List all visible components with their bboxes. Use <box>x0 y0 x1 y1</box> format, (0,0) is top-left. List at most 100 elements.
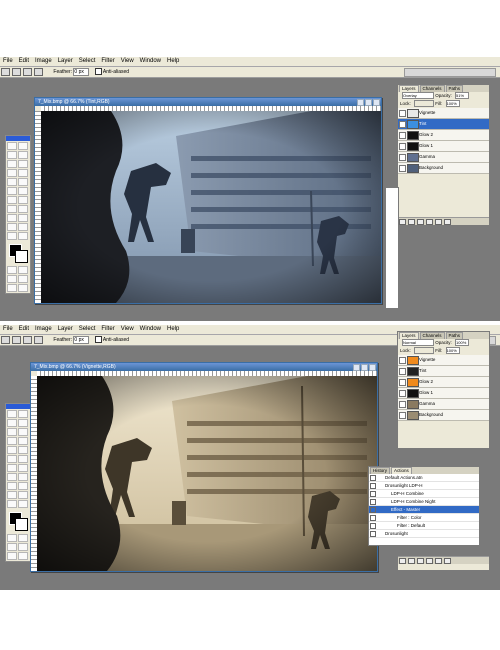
notes-tool-icon[interactable] <box>7 491 17 499</box>
menu-layer[interactable]: Layer <box>55 325 76 334</box>
layer-row[interactable]: Glow 2 <box>398 130 489 141</box>
hand-tool-icon[interactable] <box>7 232 17 240</box>
new-set-icon[interactable] <box>417 219 424 225</box>
magic-wand-icon[interactable] <box>18 419 28 427</box>
antialias-checkbox[interactable] <box>94 336 102 344</box>
visibility-eye-icon[interactable] <box>399 379 406 386</box>
layer-row[interactable]: Vignette <box>398 355 489 366</box>
full-screen-icon[interactable] <box>18 275 28 283</box>
opacity-input[interactable]: 51% <box>455 92 470 100</box>
menu-filter[interactable]: Filter <box>98 325 117 334</box>
action-item[interactable]: Filter : Color <box>369 514 479 522</box>
menu-select[interactable]: Select <box>76 325 99 334</box>
layer-style-icon[interactable] <box>399 219 406 225</box>
quick-mask-icon[interactable] <box>18 266 28 274</box>
standard-mode-icon[interactable] <box>7 534 17 542</box>
path-select-icon[interactable] <box>7 205 17 213</box>
move-tool-icon[interactable] <box>7 142 17 150</box>
menu-file[interactable]: File <box>0 57 16 66</box>
maximize-icon[interactable] <box>365 99 372 106</box>
add-selection-icon[interactable] <box>23 68 32 77</box>
menu-edit[interactable]: Edit <box>16 325 32 334</box>
layer-mask-icon[interactable] <box>408 219 415 225</box>
document-window[interactable]: 7_Mix.bmp @ 66.7% (Vignette,RGB) <box>30 362 378 572</box>
menu-select[interactable]: Select <box>76 57 99 66</box>
layer-row[interactable]: Gamma <box>398 399 489 410</box>
menu-view[interactable]: View <box>118 57 137 66</box>
menu-help[interactable]: Help <box>164 57 182 66</box>
jump-to-icon[interactable] <box>18 552 28 560</box>
screen-mode-icon[interactable] <box>7 543 17 551</box>
adjustment-layer-icon[interactable] <box>426 219 433 225</box>
visibility-eye-icon[interactable] <box>399 368 406 375</box>
brush-tool-icon[interactable] <box>18 169 28 177</box>
subtract-selection-icon[interactable] <box>34 336 43 345</box>
action-item[interactable]: Effect - Master <box>369 506 479 514</box>
action-toggle-checkbox[interactable] <box>370 483 376 489</box>
document-window[interactable]: 7_Mix.bmp @ 66.7% (Tint,RGB) <box>34 97 382 304</box>
marquee-tool-icon[interactable] <box>18 142 28 150</box>
feather-input[interactable]: 0 px <box>73 335 90 344</box>
layer-row[interactable]: Tint <box>398 119 489 130</box>
action-item[interactable]: Drosunlight LDP-H <box>369 482 479 490</box>
gradient-tool-icon[interactable] <box>18 187 28 195</box>
document-titlebar[interactable]: 7_Mix.bmp @ 66.7% (Tint,RGB) <box>35 98 381 106</box>
new-layer-icon[interactable] <box>435 219 442 225</box>
maximize-icon[interactable] <box>361 364 368 371</box>
tab-paths[interactable]: Paths <box>445 85 464 92</box>
path-select-icon[interactable] <box>7 473 17 481</box>
marquee-tool-icon[interactable] <box>1 336 10 345</box>
menu-window[interactable]: Window <box>137 57 164 66</box>
healing-brush-icon[interactable] <box>7 437 17 445</box>
visibility-eye-icon[interactable] <box>399 165 406 172</box>
slice-tool-icon[interactable] <box>18 428 28 436</box>
action-toggle-checkbox[interactable] <box>370 499 376 505</box>
action-toggle-checkbox[interactable] <box>370 531 376 537</box>
tab-history[interactable]: History <box>370 467 391 474</box>
blur-tool-icon[interactable] <box>7 464 17 472</box>
visibility-eye-icon[interactable] <box>399 132 406 139</box>
visibility-eye-icon[interactable] <box>399 401 406 408</box>
tab-channels[interactable]: Channels <box>419 332 445 339</box>
zoom-tool-icon[interactable] <box>18 500 28 508</box>
action-toggle-checkbox[interactable] <box>370 515 376 521</box>
palette-well[interactable] <box>404 68 496 77</box>
visibility-eye-icon[interactable] <box>399 412 406 419</box>
action-item[interactable]: Default Actions.atn <box>369 474 479 482</box>
history-brush-icon[interactable] <box>18 446 28 454</box>
layer-row[interactable]: Glow 2 <box>398 377 489 388</box>
gradient-tool-icon[interactable] <box>18 455 28 463</box>
layer-row[interactable]: Background <box>398 410 489 421</box>
imageready-icon[interactable] <box>7 552 17 560</box>
clone-stamp-icon[interactable] <box>7 446 17 454</box>
document-titlebar[interactable]: 7_Mix.bmp @ 66.7% (Vignette,RGB) <box>31 363 377 371</box>
tab-actions[interactable]: Actions <box>391 467 412 474</box>
layer-row[interactable]: Gamma <box>398 152 489 163</box>
layer-row[interactable]: Background <box>398 163 489 174</box>
color-swatches[interactable] <box>8 243 28 263</box>
minimize-icon[interactable] <box>357 99 364 106</box>
lasso-tool-icon[interactable] <box>7 419 17 427</box>
marquee-tool-icon[interactable] <box>1 68 10 77</box>
lasso-tool-icon[interactable] <box>7 151 17 159</box>
blur-tool-icon[interactable] <box>7 196 17 204</box>
tab-channels[interactable]: Channels <box>419 85 445 92</box>
layer-style-icon[interactable] <box>399 558 406 564</box>
visibility-eye-icon[interactable] <box>399 121 406 128</box>
shape-tool-icon[interactable] <box>18 482 28 490</box>
fill-input[interactable]: 100% <box>445 347 460 355</box>
magic-wand-icon[interactable] <box>18 151 28 159</box>
fill-input[interactable]: 100% <box>445 100 460 108</box>
jump-to-icon[interactable] <box>18 284 28 292</box>
slice-tool-icon[interactable] <box>18 160 28 168</box>
action-toggle-checkbox[interactable] <box>370 475 376 481</box>
action-item[interactable]: Filter : Default <box>369 522 479 530</box>
dodge-tool-icon[interactable] <box>18 464 28 472</box>
action-toggle-checkbox[interactable] <box>370 523 376 529</box>
layer-row[interactable]: Glow 1 <box>398 388 489 399</box>
new-set-icon[interactable] <box>417 558 424 564</box>
quick-mask-icon[interactable] <box>18 534 28 542</box>
type-tool-icon[interactable] <box>18 205 28 213</box>
crop-tool-icon[interactable] <box>7 160 17 168</box>
eyedropper-icon[interactable] <box>18 491 28 499</box>
